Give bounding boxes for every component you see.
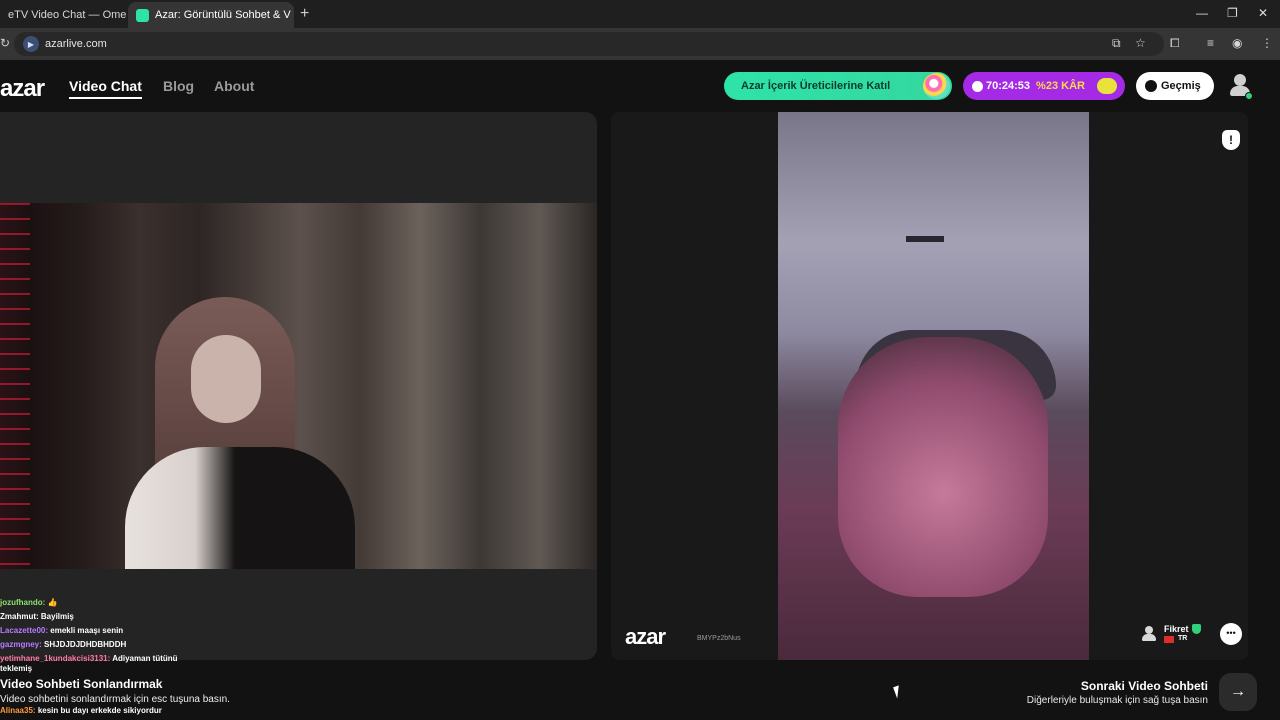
address-bar: ▶ azarlive.com	[0, 28, 1280, 60]
browser-tab-bar: eTV Video Chat — Ome ✕ Azar: Görüntülü S…	[0, 0, 1280, 28]
mouse-cursor-icon	[893, 685, 903, 699]
online-status-icon	[1245, 92, 1253, 100]
reload-icon[interactable]: ↻	[0, 36, 10, 50]
profile-menu-icon[interactable]: ◉	[1232, 36, 1242, 50]
azar-watermark: azar	[625, 624, 666, 649]
minimize-icon[interactable]: —	[1196, 6, 1208, 20]
end-chat-title: Video Sohbeti Sonlandırmak	[0, 677, 163, 691]
url-text: azarlive.com	[45, 38, 107, 50]
url-field[interactable]: ▶ azarlive.com	[14, 32, 1164, 56]
chat-text: SHJDJDJDHDBHDDH	[44, 640, 127, 649]
chat-message: jozufhando: 👍	[0, 596, 400, 610]
partner-camera-feed	[778, 112, 1089, 660]
chat-text: teklemiş	[0, 664, 33, 673]
self-camera-feed	[0, 203, 597, 569]
watermark-id: BMYPz2bNus	[697, 635, 741, 642]
nav-blog[interactable]: Blog	[163, 78, 194, 94]
partner-info[interactable]: Fikret TR	[1140, 623, 1204, 645]
history-icon	[1145, 80, 1157, 92]
partner-country: TR	[1178, 635, 1188, 642]
creator-badge-icon	[923, 73, 950, 99]
coin-icon	[1097, 78, 1117, 94]
join-creators-label: Azar İçerik Üreticilerine Katıl	[741, 80, 891, 92]
tab-title: eTV Video Chat — Ome	[8, 9, 126, 21]
next-chat-title: Sonraki Video Sohbeti	[1080, 679, 1208, 693]
next-chat-subtitle: Diğerleriyle buluşmak için sağ tuşa bası…	[1026, 695, 1208, 706]
chat-message: Zmahmut: Bayilmiş	[0, 610, 400, 624]
join-creators-button[interactable]: Azar İçerik Üreticilerine Katıl	[724, 72, 952, 100]
partner-name: Fikret	[1164, 624, 1189, 634]
chat-text: 👍	[47, 598, 58, 607]
report-shield-icon[interactable]: !	[1222, 130, 1240, 150]
next-chat-button[interactable]: →	[1219, 673, 1257, 711]
turkey-flag-icon	[1164, 636, 1174, 643]
cast-icon[interactable]: ⧉	[1112, 36, 1121, 51]
chat-user: Zmahmut:	[0, 612, 39, 621]
promo-timer: 70:24:53	[986, 80, 1031, 92]
site-info-icon[interactable]: ▶	[23, 36, 39, 52]
azar-page: azar Video Chat Blog About Azar İçerik Ü…	[0, 60, 1280, 720]
tab-azar[interactable]: Azar: Görüntülü Sohbet & V ✕	[128, 2, 294, 28]
partner-face	[838, 337, 1048, 597]
new-tab-button[interactable]: +	[300, 5, 309, 23]
avatar-head-icon	[1234, 74, 1246, 86]
chat-text: kesin bu dayı erkekde sikiyordur	[37, 706, 162, 715]
self-person	[125, 297, 355, 569]
shirt	[125, 447, 355, 569]
chat-message: Lacazette00: emekli maaşı senin	[0, 624, 400, 638]
restore-icon[interactable]: ❐	[1227, 6, 1238, 20]
tab-title: Azar: Görüntülü Sohbet & V	[155, 9, 291, 21]
history-label: Geçmiş	[1161, 80, 1201, 92]
azar-logo[interactable]: azar	[0, 75, 45, 103]
chat-user: jozufhando:	[0, 598, 46, 607]
face	[191, 335, 261, 423]
chat-text: emekli maaşı senin	[50, 626, 124, 635]
chat-text: Adiyaman tütünü	[112, 654, 178, 663]
user-avatar[interactable]	[1229, 74, 1253, 100]
history-button[interactable]: Geçmiş	[1136, 72, 1214, 100]
bookmark-star-icon[interactable]: ☆	[1135, 36, 1146, 50]
chat-text: Bayilmiş	[40, 612, 74, 621]
partner-avatar-icon	[1142, 626, 1156, 642]
azar-favicon-icon	[136, 8, 149, 22]
chat-bubble-icon[interactable]: •••	[1220, 623, 1242, 645]
chat-message: Alinaa35: kesin bu dayı erkekde sikiyord…	[0, 706, 162, 715]
esc-hint: Video sohbetini sonlandırmak için esc tu…	[0, 694, 230, 705]
chat-user: gazmgney:	[0, 640, 42, 649]
chat-message: gazmgney: SHJDJDJDHDBHDDH	[0, 638, 400, 652]
nav-video-chat[interactable]: Video Chat	[69, 78, 142, 99]
led-lights	[0, 203, 30, 569]
stream-chat: jozufhando: 👍 Zmahmut: Bayilmiş Lacazett…	[0, 596, 400, 676]
more-menu-icon[interactable]: ⋮	[1261, 36, 1273, 50]
media-control-icon[interactable]: ≡	[1207, 36, 1214, 50]
chat-user: Alinaa35:	[0, 706, 36, 715]
promo-timer-button[interactable]: 70:24:53 %23 KÂR	[963, 72, 1125, 100]
chat-user: Lacazette00:	[0, 626, 49, 635]
tab-omegle[interactable]: eTV Video Chat — Ome ✕	[0, 2, 126, 28]
ceiling-fixture	[906, 236, 944, 242]
nav-about[interactable]: About	[214, 78, 254, 94]
verified-shield-icon	[1192, 624, 1201, 634]
promo-discount: %23 KÂR	[1036, 80, 1085, 92]
extensions-icon[interactable]: ⧠	[1170, 36, 1180, 51]
close-window-icon[interactable]: ✕	[1258, 6, 1268, 20]
clock-icon	[972, 80, 983, 92]
